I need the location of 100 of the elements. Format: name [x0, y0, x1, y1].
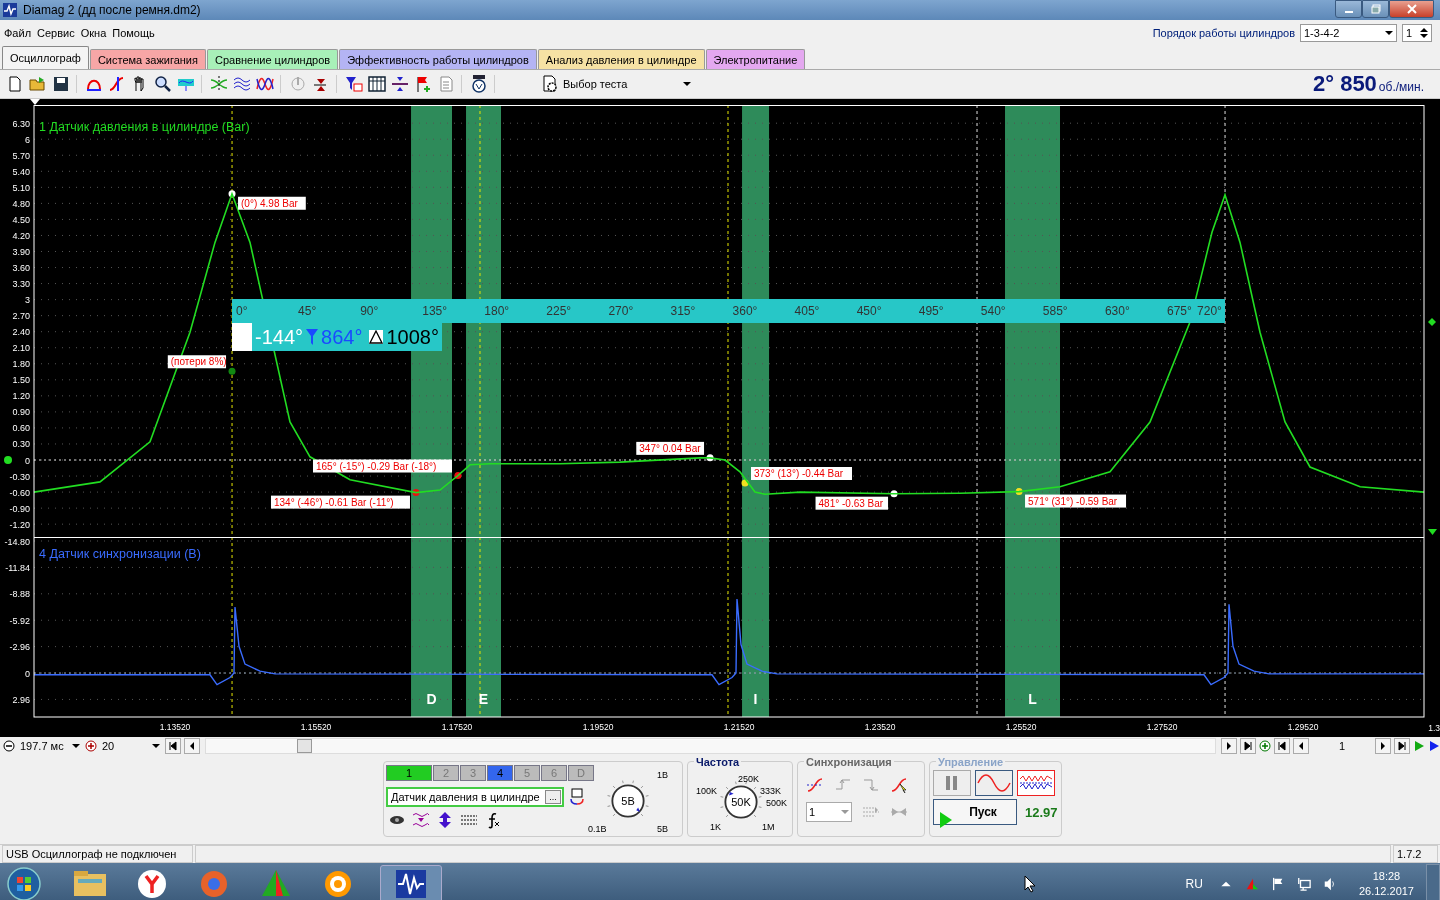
y-axis-label: -14.80: [4, 537, 30, 547]
y-axis-label: 2.96: [12, 694, 30, 705]
y-axis-label: 6: [25, 134, 30, 145]
knob-value: 5В: [621, 795, 635, 807]
y-axis-label: 3.60: [12, 263, 30, 274]
knob-scale-label: 0.1В: [588, 824, 607, 834]
degree-label: 270°: [608, 304, 634, 318]
degree-label: 450°: [856, 304, 882, 318]
y-axis-label: -1.20: [9, 519, 30, 530]
annotation: 165° (-15°) -0.29 Bar (-18°): [315, 460, 437, 472]
y-axis-label: 0: [25, 668, 30, 679]
x-axis-label: 1.25520: [1005, 722, 1037, 732]
group-title: Частота: [694, 756, 742, 768]
annotation: (0°) 4.98 Bar: [241, 197, 299, 209]
spinner-value: 1: [1406, 27, 1413, 39]
y-axis-label: 4.50: [12, 214, 30, 225]
x-axis-label: 1.29520: [1287, 722, 1319, 732]
dropdown-value: 1-3-4-2: [1304, 27, 1340, 39]
group-title: Синхронизация: [804, 756, 894, 768]
dropdown-value: Датчик давления в цилиндре: [391, 791, 540, 803]
y-axis-label: 5.70: [12, 150, 30, 161]
degree-label: 675°: [1166, 304, 1192, 318]
y-axis-label: 2.70: [12, 311, 30, 322]
degree-label: 90°: [360, 304, 379, 318]
status-message: USB Осциллограф не подключен: [2, 845, 193, 863]
version-label: 1.7.2: [1393, 845, 1438, 863]
degree-label: 540°: [980, 304, 1006, 318]
degree-label: 720°: [1197, 304, 1222, 318]
y-axis-label: -5.92: [9, 615, 30, 626]
knob-scale-label: 333K: [760, 786, 782, 796]
knob-scale-label: 250K: [738, 774, 760, 784]
y-axis-label: 1.80: [12, 359, 30, 370]
cylinder-order-label: Порядок работы цилиндров: [1152, 27, 1295, 39]
end-angle: 864°: [320, 324, 364, 350]
degree-label: 0°: [236, 304, 248, 318]
y-axis-label: 2.10: [12, 343, 30, 354]
y-axis-label: -2.96: [9, 642, 30, 653]
degree-label: 630°: [1104, 304, 1130, 318]
value-label: 373° (13°) -0.44 Bar: [751, 467, 852, 480]
knob-scale-label: 100K: [696, 786, 718, 796]
chart-title: 4 Датчик синхронизации (В): [39, 547, 201, 561]
y-axis-label: -8.88: [9, 589, 30, 600]
y-axis-label: 4.80: [12, 198, 30, 209]
y-axis-label: 0.90: [12, 407, 30, 418]
knob-scale-label: 1В: [657, 770, 668, 780]
x-axis-label: 1.23520: [864, 722, 896, 732]
start-angle: -144°: [232, 323, 307, 351]
dropdown-value: 20: [102, 740, 115, 752]
x-axis-label: 1.3: [1428, 723, 1440, 733]
degree-label: 225°: [546, 304, 572, 318]
x-axis-label: 1.27520: [1146, 722, 1178, 732]
annotation: 134° (-46°) -0.61 Bar (-11°): [273, 496, 394, 508]
annotation: 571° (31°) -0.59 Bar: [1028, 495, 1118, 507]
x-axis-label: 1.19520: [582, 722, 614, 732]
frame-number: 1: [1337, 740, 1347, 752]
knob-value: 50K: [731, 796, 751, 808]
rpm-unit: об./мин.: [1378, 80, 1424, 94]
y-axis-label: -0.60: [9, 487, 30, 498]
value-label: 347° 0.04 Bar: [636, 441, 705, 455]
dropdown-value: 197.7 мс: [20, 740, 64, 752]
y-axis-label: 0.30: [12, 439, 30, 450]
annotation: 481° -0.63 Bar: [818, 497, 884, 509]
value-label: 571° (31°) -0.59 Bar: [1025, 494, 1127, 508]
dropdown-value: 1: [809, 806, 816, 818]
band-label: D: [426, 691, 437, 707]
y-axis-label: 3: [25, 295, 30, 306]
y-axis-label: 2.40: [12, 327, 30, 338]
annotation: 373° (13°) -0.44 Bar: [754, 468, 844, 479]
y-axis-label: 6.30: [12, 118, 30, 129]
chart-title: 1 Датчик давления в цилиндре (Bar): [39, 120, 250, 134]
y-axis-label: 5.10: [12, 182, 30, 193]
value-label: 481° -0.63 Bar: [815, 496, 889, 510]
degree-label: 585°: [1042, 304, 1068, 318]
degree-label: 180°: [484, 304, 510, 318]
y-axis-label: 5.40: [12, 166, 30, 177]
degree-label: 495°: [918, 304, 944, 318]
group-title: Управление: [936, 756, 1005, 768]
value-label: (0°) 4.98 Bar: [238, 196, 306, 210]
knob-scale-label: 1K: [710, 822, 721, 832]
degree-label: 405°: [794, 304, 820, 318]
window-title: Diamag 2 (дд после ремня.dm2): [23, 3, 201, 17]
reading-value: 12.97: [1025, 804, 1058, 820]
y-axis-label: -11.84: [5, 562, 30, 573]
value-label: (потери 8%): [167, 355, 227, 369]
y-axis-label: 1.50: [12, 375, 30, 386]
y-axis-label: 1.20: [12, 391, 30, 402]
y-axis-label: 3.30: [12, 279, 30, 290]
angle-readout: 2°: [1313, 71, 1335, 97]
x-axis-label: 1.13520: [159, 722, 191, 732]
rpm-readout: 850: [1340, 71, 1377, 97]
y-axis-label: 3.90: [12, 247, 30, 257]
y-axis-label: -0.90: [9, 503, 30, 514]
x-axis-label: 1.17520: [441, 722, 473, 732]
dropdown-value: Выбор теста: [563, 78, 628, 90]
degree-label: 135°: [422, 304, 448, 318]
value-label: 165° (-15°) -0.29 Bar (-18°): [313, 459, 452, 473]
y-axis-label: 0.60: [12, 423, 30, 434]
y-axis-label: 0: [25, 455, 30, 466]
knob-scale-label: 1M: [762, 822, 775, 832]
x-axis-label: 1.15520: [300, 722, 332, 732]
